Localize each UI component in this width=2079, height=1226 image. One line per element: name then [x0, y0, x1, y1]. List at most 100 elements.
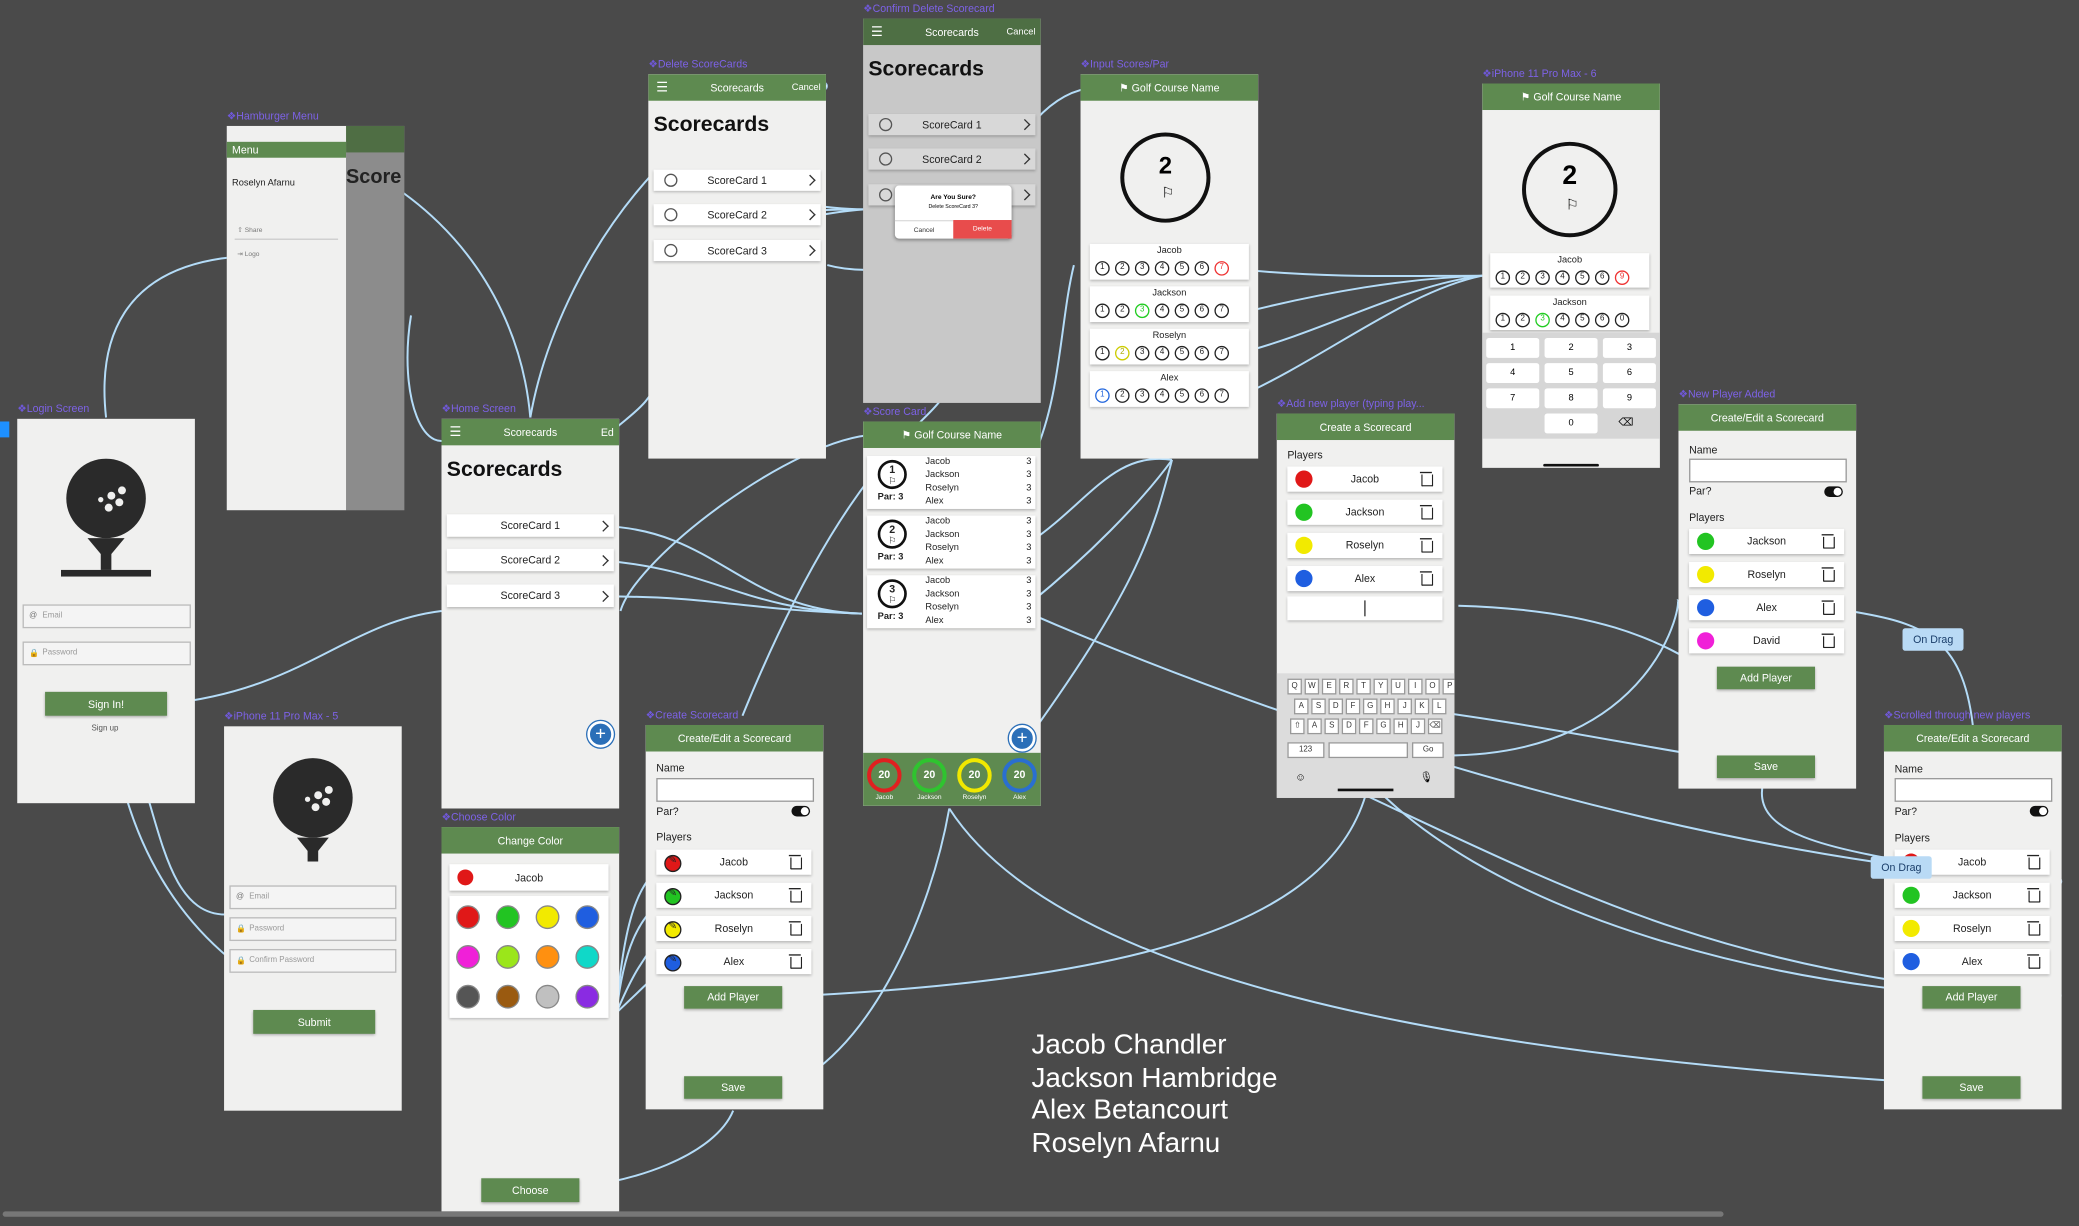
keypad-key[interactable]: 0	[1544, 413, 1598, 434]
color-swatch[interactable]	[456, 984, 480, 1009]
save-button[interactable]: Save	[1922, 1076, 2021, 1099]
hamburger-icon[interactable]: ☰	[449, 425, 461, 440]
player-color-dot[interactable]	[1697, 632, 1715, 650]
scorecard-row-3[interactable]: ScoreCard 3	[446, 584, 614, 608]
keypad-key[interactable]: 7	[1486, 388, 1540, 409]
par-toggle[interactable]	[791, 805, 811, 817]
color-swatch[interactable]	[535, 905, 560, 930]
trash-icon[interactable]	[1821, 534, 1835, 549]
score-picker[interactable]: 1234567	[1092, 345, 1231, 361]
cancel-button[interactable]: Cancel	[792, 83, 821, 92]
keypad-key[interactable]: 5	[1544, 363, 1598, 384]
keypad-key[interactable]: 6	[1602, 363, 1656, 384]
player-score-row[interactable]: Roselyn 1234567	[1089, 328, 1249, 365]
submit-button[interactable]: Submit	[253, 1009, 376, 1034]
sign-up-link[interactable]: Sign up	[91, 725, 118, 733]
player-color-dot[interactable]: ✎	[664, 920, 682, 939]
trash-icon[interactable]	[788, 921, 803, 936]
keypad-key[interactable]: 4	[1486, 363, 1540, 384]
player-row[interactable]: ✎ Jackson	[656, 882, 812, 908]
trash-icon[interactable]	[1419, 571, 1434, 586]
scorecard-row-1[interactable]: ScoreCard 1	[446, 514, 614, 537]
keyboard-row-1[interactable]: QWERTYUIOP	[1287, 678, 1455, 695]
player-color-dot[interactable]	[1295, 569, 1313, 588]
score-picker[interactable]: 1234567	[1092, 388, 1231, 403]
color-swatch[interactable]	[456, 905, 480, 930]
player-color-dot[interactable]: ✎	[664, 854, 682, 873]
dialog-delete-button[interactable]: Delete	[953, 220, 1012, 239]
player-score-row[interactable]: Jackson 1234560	[1490, 295, 1650, 331]
signup-email-field[interactable]: @ Email	[229, 885, 397, 910]
score-picker[interactable]: 1234567	[1092, 303, 1231, 319]
email-field[interactable]: @ Email	[22, 604, 191, 629]
add-scorecard-button[interactable]: +	[587, 721, 614, 748]
trash-icon[interactable]	[1821, 600, 1835, 615]
player-row[interactable]: ✎ Roselyn	[656, 915, 812, 942]
add-player-button[interactable]: Add Player	[1716, 666, 1816, 690]
add-player-button[interactable]: Add Player	[1922, 986, 2021, 1009]
hamburger-icon[interactable]: ☰	[656, 80, 668, 95]
player-color-dot[interactable]	[1697, 599, 1715, 617]
name-input[interactable]	[1894, 778, 2053, 802]
trash-icon[interactable]	[1821, 633, 1835, 649]
color-swatch[interactable]	[575, 905, 600, 930]
microphone-icon[interactable]: 🎙	[1420, 771, 1433, 783]
player-color-dot[interactable]	[1295, 503, 1313, 521]
player-row[interactable]: ✎ Jacob	[656, 849, 812, 875]
color-swatch[interactable]	[575, 984, 600, 1009]
sign-in-button[interactable]: Sign In!	[45, 691, 168, 716]
color-swatch[interactable]	[535, 945, 560, 969]
player-row[interactable]: ✎ Alex	[656, 948, 812, 975]
backspace-icon[interactable]: ⌫	[1618, 416, 1633, 428]
dialog-cancel-button[interactable]: Cancel	[894, 220, 954, 240]
keyboard-row-4[interactable]: 123 Go	[1287, 742, 1444, 759]
player-row[interactable]: Alex	[1287, 565, 1443, 592]
color-swatch[interactable]	[495, 905, 520, 930]
menu-share[interactable]: ⇧ Share	[237, 227, 262, 235]
player-row[interactable]: Roselyn	[1287, 532, 1443, 558]
color-swatch[interactable]	[535, 984, 560, 1009]
player-row[interactable]: Jacob	[1287, 466, 1443, 492]
trash-icon[interactable]	[1821, 567, 1835, 582]
keypad-key[interactable]: 9	[1602, 388, 1656, 409]
save-button[interactable]: Save	[684, 1076, 783, 1099]
menu-logout[interactable]: ⇥ Logo	[237, 251, 259, 259]
player-score-row[interactable]: Jacob 1234569	[1490, 253, 1650, 288]
password-field[interactable]: 🔒 Password	[22, 641, 191, 666]
player-color-dot[interactable]: ✎	[664, 953, 682, 972]
player-score-row[interactable]: Jackson 1234567	[1089, 286, 1249, 323]
trash-icon[interactable]	[1419, 504, 1434, 520]
par-toggle[interactable]	[2029, 805, 2049, 817]
edit-button[interactable]: Ed	[601, 426, 614, 438]
player-row[interactable]: Alex	[1894, 948, 2050, 975]
player-row[interactable]: David	[1689, 628, 1845, 654]
player-color-dot[interactable]	[1295, 536, 1313, 555]
cancel-button[interactable]: Cancel	[1007, 27, 1036, 36]
name-input[interactable]	[1689, 458, 1847, 483]
trash-icon[interactable]	[2027, 921, 2041, 936]
color-swatch[interactable]	[575, 945, 600, 969]
color-swatch[interactable]	[456, 945, 480, 969]
player-color-dot[interactable]	[1902, 886, 1920, 904]
player-color-dot[interactable]	[1902, 952, 1920, 971]
trash-icon[interactable]	[788, 888, 803, 903]
player-row[interactable]: Jackson	[1894, 882, 2050, 908]
player-color-dot[interactable]: ✎	[664, 887, 682, 906]
score-picker[interactable]: 1234567	[1092, 261, 1231, 276]
player-row[interactable]: Jackson	[1689, 528, 1845, 555]
player-row[interactable]: Roselyn	[1894, 915, 2050, 942]
add-player-button[interactable]: Add Player	[684, 986, 783, 1009]
delete-row-3[interactable]: ScoreCard 3	[653, 239, 821, 262]
score-picker[interactable]: 1234569	[1493, 270, 1632, 285]
select-radio[interactable]	[664, 243, 678, 258]
keypad-key[interactable]: 8	[1544, 388, 1598, 409]
new-player-input[interactable]	[1287, 596, 1443, 621]
player-color-dot[interactable]	[1295, 470, 1313, 488]
delete-row-2[interactable]: ScoreCard 2	[653, 204, 821, 226]
player-row[interactable]: Alex	[1689, 595, 1845, 621]
trash-icon[interactable]	[2027, 854, 2041, 870]
delete-row-1[interactable]: ScoreCard 1	[653, 169, 821, 191]
keypad-key[interactable]: 1	[1486, 337, 1540, 358]
keyboard-row-2[interactable]: ASDFGHJKL	[1293, 698, 1447, 715]
player-color-dot[interactable]	[1902, 919, 1920, 938]
